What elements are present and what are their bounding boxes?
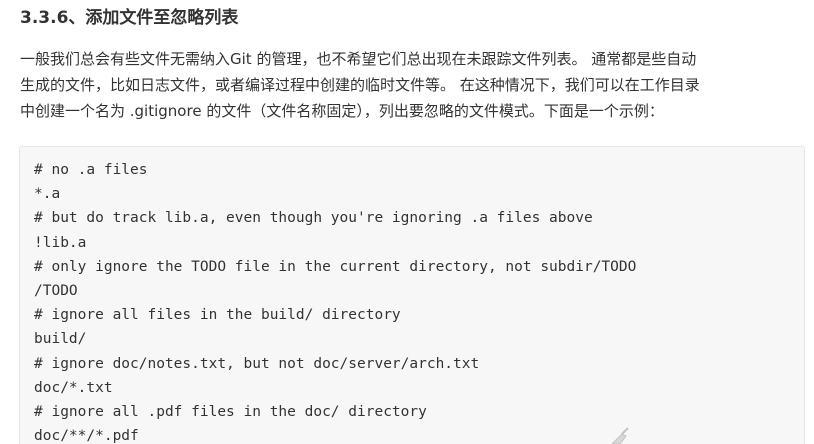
code-line: # but do track lib.a, even though you're… bbox=[34, 210, 593, 227]
paragraph-line: 一般我们总会有些文件无需纳入Git 的管理，也不希望它们总出现在未跟踪文件列表。… bbox=[20, 50, 697, 68]
paragraph-line: 中创建一个名为 .gitignore 的文件（文件名称固定），列出要忽略的文件模… bbox=[20, 102, 664, 120]
intro-paragraph: 一般我们总会有些文件无需纳入Git 的管理，也不希望它们总出现在未跟踪文件列表。… bbox=[20, 46, 810, 124]
paragraph-line: 生成的文件，比如日志文件，或者编译过程中创建的临时文件等。 在这种情况下，我们可… bbox=[20, 76, 700, 94]
code-line: # ignore doc/notes.txt, but not doc/serv… bbox=[34, 355, 480, 372]
code-line: !lib.a bbox=[34, 234, 87, 251]
watermark-mark-icon bbox=[611, 427, 629, 444]
code-line: # no .a files bbox=[34, 162, 148, 178]
code-line: build/ bbox=[34, 331, 87, 348]
section-heading: 3.3.6、添加文件至忽略列表 bbox=[20, 8, 239, 28]
code-line: *.a bbox=[34, 186, 61, 203]
code-line: /TODO bbox=[34, 283, 78, 300]
code-line: # ignore all files in the build/ directo… bbox=[34, 307, 401, 324]
code-line: # only ignore the TODO file in the curre… bbox=[34, 258, 637, 275]
code-line: doc/*.txt bbox=[34, 379, 113, 396]
code-line: # ignore all .pdf files in the doc/ dire… bbox=[34, 404, 427, 421]
code-line: doc/**/*.pdf bbox=[34, 428, 139, 444]
code-block: # no .a files *.a # but do track lib.a, … bbox=[19, 146, 805, 444]
